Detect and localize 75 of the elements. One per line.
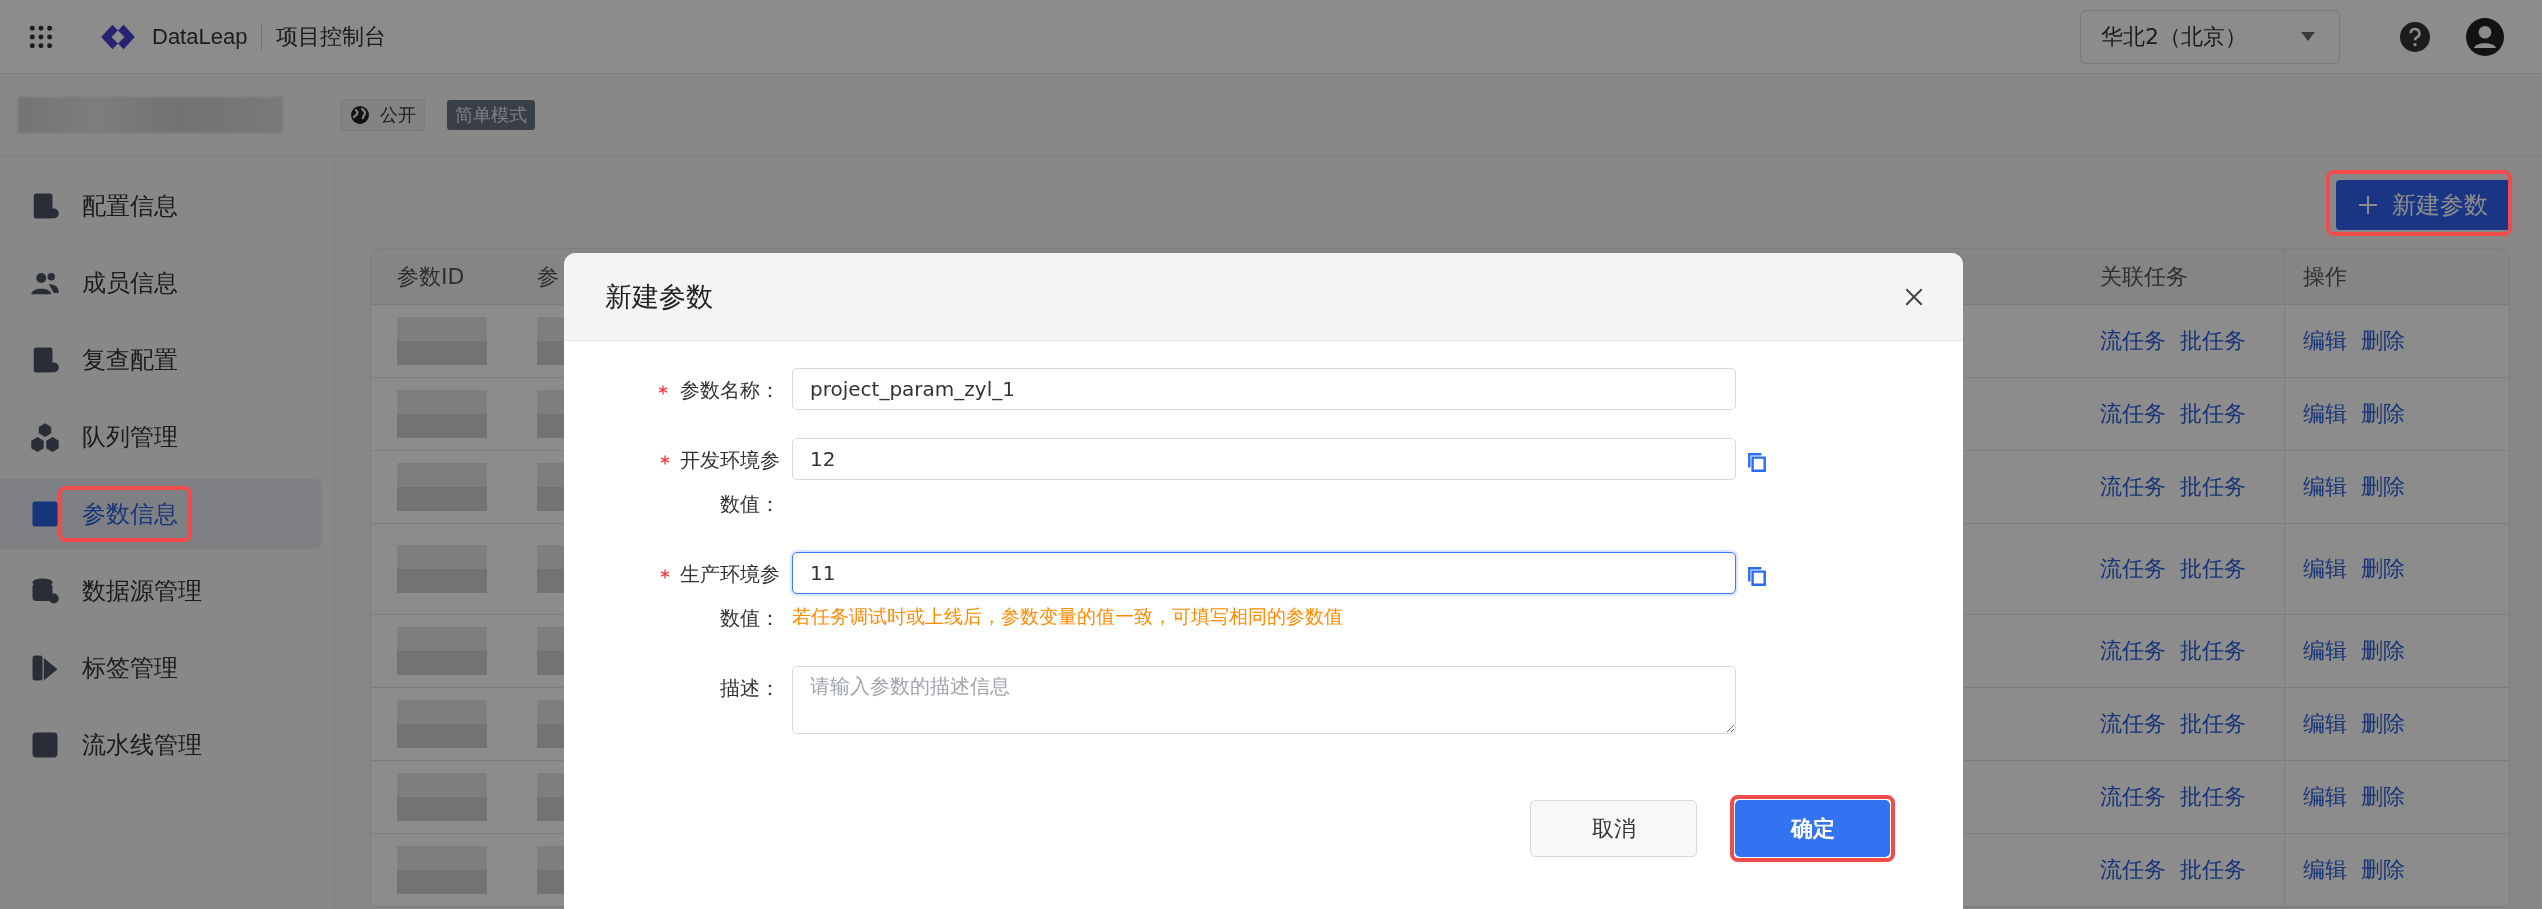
cancel-button[interactable]: 取消 — [1530, 800, 1697, 857]
task-link[interactable]: 批任务 — [2180, 554, 2246, 584]
mode-tag: 简单模式 — [447, 99, 535, 130]
field-label: 生产环境参数值： — [679, 561, 780, 632]
action-link[interactable]: 删除 — [2361, 855, 2405, 885]
visibility-label: 公开 — [380, 102, 416, 127]
sidebar-item[interactable]: 队列管理 — [0, 402, 322, 472]
task-link[interactable]: 流任务 — [2100, 554, 2166, 584]
console-title: 项目控制台 — [276, 22, 387, 51]
task-link[interactable]: 流任务 — [2100, 782, 2166, 812]
task-link[interactable]: 流任务 — [2100, 636, 2166, 666]
app-grid-icon[interactable] — [28, 23, 54, 50]
sidebar-item[interactable]: 数据源管理 — [0, 556, 322, 626]
copy-icon[interactable] — [1746, 565, 1768, 587]
dialog-title: 新建参数 — [605, 279, 713, 314]
plus-icon — [2358, 195, 2378, 215]
column-header: 关联任务 — [2100, 262, 2188, 291]
column-header: 参 — [537, 262, 559, 291]
action-link[interactable]: 删除 — [2361, 636, 2405, 666]
caret-icon — [2301, 32, 2315, 41]
task-link[interactable]: 批任务 — [2180, 855, 2246, 885]
action-link[interactable]: 编辑 — [2303, 782, 2347, 812]
column-header: 参数ID — [397, 262, 465, 291]
sidebar-item-icon — [30, 576, 60, 606]
avatar-icon[interactable] — [2466, 17, 2504, 56]
sidebar-item-icon — [30, 730, 60, 760]
action-link[interactable]: 编辑 — [2303, 326, 2347, 356]
product-name: DataLeap — [152, 23, 248, 50]
action-link[interactable]: 删除 — [2361, 782, 2405, 812]
sidebar-item[interactable]: 配置信息 — [0, 171, 322, 241]
task-link[interactable]: 批任务 — [2180, 709, 2246, 739]
action-link[interactable]: 编辑 — [2303, 709, 2347, 739]
sidebar-item-icon — [30, 422, 60, 452]
input-field[interactable]: 11 — [792, 552, 1736, 594]
sidebar-item-icon — [30, 653, 60, 683]
sidebar-item[interactable]: 复查配置 — [0, 325, 322, 395]
task-link[interactable]: 流任务 — [2100, 855, 2166, 885]
description-field[interactable]: 请输入参数的描述信息 — [792, 666, 1736, 734]
sidebar-item[interactable]: 参数信息 — [0, 479, 322, 549]
task-link[interactable]: 批任务 — [2180, 326, 2246, 356]
copy-icon[interactable] — [1746, 451, 1768, 473]
task-link[interactable]: 流任务 — [2100, 326, 2166, 356]
field-label: 描述： — [719, 675, 780, 702]
task-link[interactable]: 批任务 — [2180, 782, 2246, 812]
region-select[interactable]: 华北2（北京） — [2080, 9, 2340, 64]
sidebar-item[interactable]: 成员信息 — [0, 248, 322, 318]
action-link[interactable]: 编辑 — [2303, 554, 2347, 584]
field-label: 开发环境参数值： — [679, 447, 780, 518]
help-icon[interactable] — [2400, 21, 2430, 52]
column-header: 操作 — [2303, 262, 2347, 291]
sidebar-item[interactable]: 流水线管理 — [0, 710, 322, 780]
input-field[interactable]: 12 — [792, 438, 1736, 480]
action-link[interactable]: 删除 — [2361, 326, 2405, 356]
action-link[interactable]: 编辑 — [2303, 636, 2347, 666]
field-label: 参数名称： — [679, 377, 780, 404]
hint-text: 若任务调试时或上线后，参数变量的值一致，可填写相同的参数值 — [792, 604, 1344, 629]
task-link[interactable]: 批任务 — [2180, 636, 2246, 666]
task-link[interactable]: 流任务 — [2100, 399, 2166, 429]
action-link[interactable]: 删除 — [2361, 472, 2405, 502]
action-link[interactable]: 删除 — [2361, 399, 2405, 429]
sidebar-item[interactable]: 标签管理 — [0, 633, 322, 703]
globe-icon — [350, 104, 370, 125]
task-link[interactable]: 流任务 — [2100, 472, 2166, 502]
confirm-button[interactable]: 确定 — [1735, 800, 1890, 857]
task-link[interactable]: 批任务 — [2180, 399, 2246, 429]
sidebar-item-icon — [30, 499, 60, 529]
action-link[interactable]: 编辑 — [2303, 855, 2347, 885]
input-field[interactable]: project_param_zyl_1 — [792, 368, 1736, 410]
action-link[interactable]: 编辑 — [2303, 472, 2347, 502]
new-parameter-button[interactable]: 新建参数 — [2336, 180, 2510, 230]
action-link[interactable]: 删除 — [2361, 709, 2405, 739]
action-link[interactable]: 编辑 — [2303, 399, 2347, 429]
task-link[interactable]: 批任务 — [2180, 472, 2246, 502]
action-link[interactable]: 删除 — [2361, 554, 2405, 584]
task-link[interactable]: 流任务 — [2100, 709, 2166, 739]
